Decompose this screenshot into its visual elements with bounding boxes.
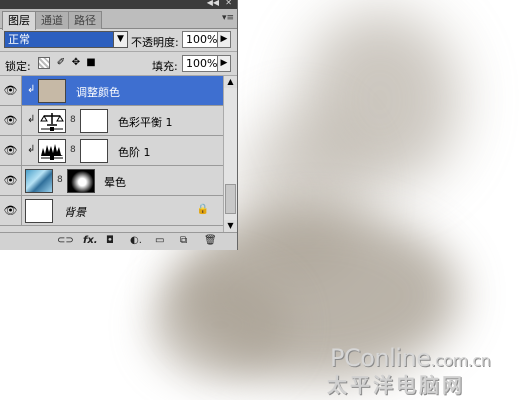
fill-slider-button[interactable]: ▶ [218,55,231,72]
clip-arrow-icon: ↲ [27,114,36,125]
lock-pixels-icon[interactable]: ✐ [55,57,67,69]
opacity-label: 不透明度: [131,36,179,49]
layer-mask-thumbnail[interactable] [67,169,95,193]
link-icon[interactable]: 8 [57,175,63,185]
layer-row[interactable]: 👁 ↲ 调整颜色 [0,76,223,106]
new-group-icon[interactable]: ▭ [155,235,164,247]
panel-menu-icon[interactable]: ▾≡ [222,13,234,23]
watermark-brand: PConline.com.cn [330,344,491,372]
layer-name[interactable]: 色阶 1 [118,144,151,160]
levels-icon[interactable] [38,139,66,163]
eye-icon[interactable]: 👁 [0,106,22,135]
watermark-brand-text: PConline [330,344,431,372]
trash-icon[interactable]: 🗑 [204,235,217,247]
layer-row[interactable]: 👁 ↲ 8 色彩平衡 1 [0,106,223,136]
divider [0,51,237,52]
blend-mode-select[interactable]: 正常 [4,31,114,48]
fill-label: 填充: [152,60,178,73]
scroll-thumb[interactable] [225,184,236,214]
layer-thumbnail[interactable] [38,79,66,103]
new-layer-icon[interactable]: ⧉ [180,235,187,247]
layer-mask-thumbnail[interactable] [80,109,108,133]
color-balance-icon[interactable] [38,109,66,133]
panel-footer: ⊂⊃ fx. ◘ ◐. ▭ ⧉ 🗑 [0,232,237,250]
tab-paths[interactable]: 路径 [68,11,102,29]
watermark-chinese: 太平洋电脑网 [327,373,465,397]
eye-icon[interactable]: 👁 [0,166,22,195]
fill-input[interactable]: 100% [182,55,218,72]
layer-name[interactable]: 背景 [64,204,86,220]
close-icon[interactable]: ✕ [225,0,232,7]
layer-mask-thumbnail[interactable] [80,139,108,163]
lock-all-icon[interactable]: ■ [85,57,97,69]
layer-name[interactable]: 色彩平衡 1 [118,114,173,130]
layers-panel: ◀◀ ✕ 图层 通道 路径 ▾≡ 正常 ▼ 不透明度: 100% ▶ 锁定: ✐… [0,0,238,250]
link-layers-icon[interactable]: ⊂⊃ [57,235,74,247]
layer-name[interactable]: 晕色 [104,174,126,190]
opacity-input[interactable]: 100% [182,31,218,48]
eye-icon[interactable]: 👁 [0,196,22,225]
tab-layers[interactable]: 图层 [2,11,36,30]
clip-arrow-icon: ↲ [27,144,36,155]
chevron-down-icon[interactable]: ▼ [114,31,128,48]
lock-transparency-icon[interactable] [38,57,50,69]
lock-label: 锁定: [5,60,31,73]
fx-icon[interactable]: fx. [83,235,98,247]
lock-row: 锁定: ✐ ✥ ■ 填充: 100% ▶ [0,53,237,75]
blend-row: 正常 ▼ 不透明度: 100% ▶ [0,29,237,51]
layers-list: 👁 ↲ 调整颜色 👁 ↲ 8 色彩平衡 1 👁 ↲ 8 色阶 1 👁 8 晕色 … [0,76,223,232]
layer-row[interactable]: 👁 ↲ 8 色阶 1 [0,136,223,166]
layer-row[interactable]: 👁 背景 🔒 [0,196,223,226]
eye-icon[interactable]: 👁 [0,76,22,105]
layer-row[interactable]: 👁 8 晕色 [0,166,223,196]
scroll-up-icon[interactable]: ▲ [224,76,237,88]
add-mask-icon[interactable]: ◘ [106,235,114,247]
lock-icon: 🔒 [196,204,209,215]
clip-arrow-icon: ↲ [27,84,36,95]
layers-scrollbar[interactable]: ▲ ▼ [223,76,237,232]
link-icon[interactable]: 8 [70,115,76,125]
collapse-icon[interactable]: ◀◀ [207,0,219,7]
watermark-domain: .com.cn [430,351,491,370]
eye-icon[interactable]: 👁 [0,136,22,165]
lock-position-icon[interactable]: ✥ [70,57,82,69]
panel-tabs: 图层 通道 路径 ▾≡ [0,9,237,30]
panel-title-bar[interactable]: ◀◀ ✕ [0,0,237,9]
tab-channels[interactable]: 通道 [35,11,69,29]
blurred-shape [150,270,290,380]
layer-thumbnail[interactable] [25,169,53,193]
opacity-slider-button[interactable]: ▶ [218,31,231,48]
layer-thumbnail[interactable] [25,199,53,223]
adjustment-layer-icon[interactable]: ◐. [130,235,142,247]
scroll-down-icon[interactable]: ▼ [224,220,237,232]
layer-name[interactable]: 调整颜色 [76,84,120,100]
link-icon[interactable]: 8 [70,145,76,155]
